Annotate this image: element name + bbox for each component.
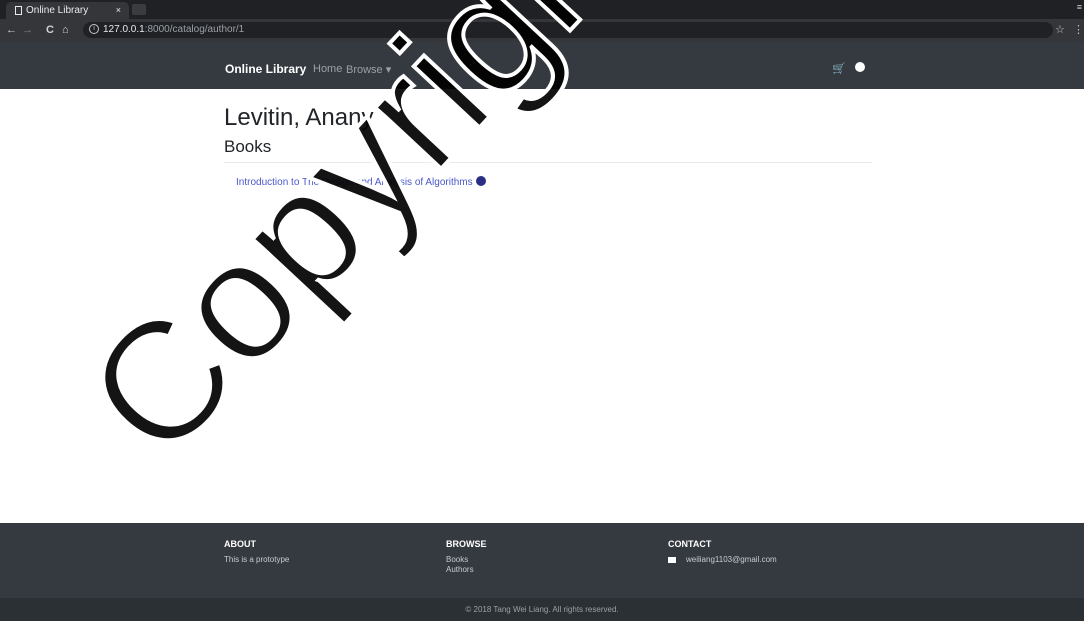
footer-contact-item: weiliang1103@gmail.com <box>668 555 777 565</box>
footer-about-text: This is a prototype <box>224 555 290 564</box>
brand-link[interactable]: Online Library <box>225 62 306 76</box>
nav-browse-dropdown[interactable]: Browse ▾ <box>346 63 391 76</box>
tab-title: Online Library <box>26 5 89 16</box>
books-heading: Books <box>224 137 272 156</box>
book-link[interactable]: Introduction to The Design and Analysis … <box>236 177 473 188</box>
footer-browse: BROWSE Books Authors <box>446 539 487 575</box>
footer-authors-link[interactable]: Authors <box>446 565 487 575</box>
site-info-icon[interactable]: i <box>89 24 99 34</box>
status-dot-icon <box>475 175 486 186</box>
author-name: Levitin, Anany <box>224 104 374 131</box>
list-item: Introduction to The Design and Analysis … <box>236 172 486 190</box>
divider <box>224 162 872 163</box>
forward-icon[interactable]: → <box>22 23 33 37</box>
document-icon <box>15 6 22 15</box>
footer-about: ABOUT This is a prototype <box>224 539 289 565</box>
url-host: 127.0.0.1 <box>103 24 145 35</box>
back-icon[interactable]: ← <box>6 23 17 37</box>
nav-home-link[interactable]: Home <box>313 63 342 75</box>
envelope-icon <box>668 556 676 563</box>
site-navbar: Online Library Home Browse ▾ 🛒 <box>0 42 1084 89</box>
cart-icon[interactable]: 🛒 <box>832 62 846 75</box>
footer-about-heading: ABOUT <box>224 539 256 549</box>
window-menu-icon[interactable]: ≡ <box>1077 2 1082 12</box>
contact-email[interactable]: weiliang1103@gmail.com <box>686 555 777 564</box>
home-icon[interactable]: ⌂ <box>62 23 69 37</box>
browser-toolbar: ← → C ⌂ i 127.0.0.1:8000/catalog/author/… <box>0 19 1084 42</box>
browser-tab-bar: Online Library × ≡ <box>0 0 1084 19</box>
footer-contact-heading: CONTACT <box>668 539 712 549</box>
book-list: Introduction to The Design and Analysis … <box>236 172 486 190</box>
new-tab-button[interactable] <box>132 4 146 15</box>
site-footer: ABOUT This is a prototype BROWSE Books A… <box>0 523 1084 598</box>
url-path: :8000/catalog/author/1 <box>144 24 245 35</box>
browser-menu-icon[interactable]: ⋮ <box>1073 23 1084 36</box>
reload-icon[interactable]: C <box>46 23 54 37</box>
footer-contact: CONTACT weiliang1103@gmail.com <box>668 539 777 565</box>
footer-browse-heading: BROWSE <box>446 539 487 549</box>
bookmark-star-icon[interactable]: ☆ <box>1055 23 1065 36</box>
browser-tab[interactable]: Online Library × <box>6 2 129 19</box>
url-text[interactable]: 127.0.0.1:8000/catalog/author/1 <box>103 23 244 37</box>
copyright-bar: © 2018 Tang Wei Liang. All rights reserv… <box>0 598 1084 621</box>
address-bar[interactable]: i 127.0.0.1:8000/catalog/author/1 <box>83 22 1053 38</box>
tab-close-icon[interactable]: × <box>116 2 121 19</box>
footer-books-link[interactable]: Books <box>446 555 487 565</box>
github-icon[interactable] <box>855 62 865 72</box>
